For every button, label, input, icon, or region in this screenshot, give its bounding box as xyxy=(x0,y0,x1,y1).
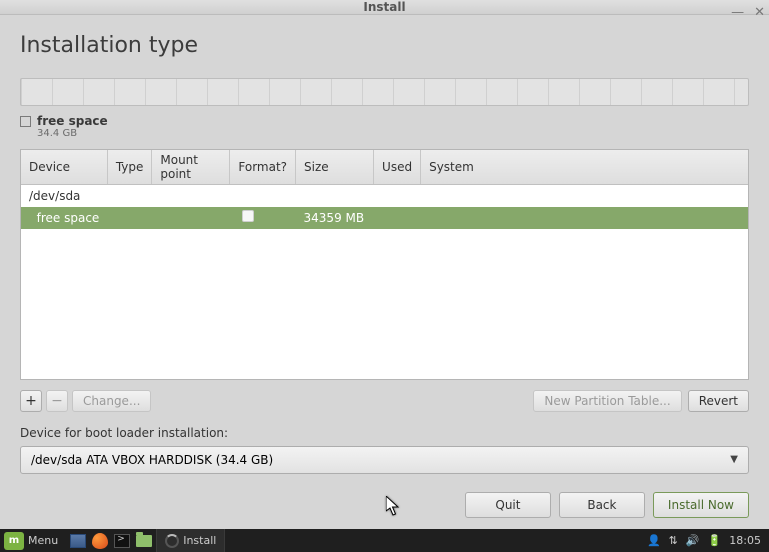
taskbar-app-install[interactable]: Install xyxy=(156,529,225,552)
cell-format xyxy=(230,207,296,229)
legend-swatch-freespace xyxy=(20,116,31,127)
col-device[interactable]: Device xyxy=(21,150,107,185)
col-system[interactable]: System xyxy=(421,150,748,185)
spinner-icon xyxy=(165,534,179,548)
cell-device: /dev/sda xyxy=(21,185,748,207)
format-checkbox[interactable] xyxy=(242,210,254,222)
partition-bar[interactable] xyxy=(20,78,749,106)
install-window: Install — ✕ Installation type free space… xyxy=(0,0,769,529)
page-title: Installation type xyxy=(20,33,749,58)
back-button[interactable]: Back xyxy=(559,492,645,518)
network-icon[interactable]: ⇅ xyxy=(669,534,678,547)
window-title: Install xyxy=(363,0,405,14)
revert-button[interactable]: Revert xyxy=(688,390,749,412)
titlebar: Install — ✕ xyxy=(0,0,769,15)
table-row-freespace[interactable]: free space 34359 MB xyxy=(21,207,748,229)
cell-used xyxy=(374,207,421,229)
table-row-disk[interactable]: /dev/sda xyxy=(21,185,748,207)
volume-icon[interactable]: 🔊 xyxy=(686,534,700,547)
legend-size: 34.4 GB xyxy=(37,128,108,139)
col-type[interactable]: Type xyxy=(107,150,152,185)
show-desktop-icon[interactable] xyxy=(68,532,88,550)
cell-mount xyxy=(152,207,230,229)
new-partition-table-button[interactable]: New Partition Table... xyxy=(533,390,681,412)
table-empty-space xyxy=(21,229,748,379)
change-partition-button[interactable]: Change... xyxy=(72,390,151,412)
clock[interactable]: 18:05 xyxy=(729,534,761,547)
table-header-row: Device Type Mount point Format? Size Use… xyxy=(21,150,748,185)
menu-button[interactable]: Menu xyxy=(28,534,58,547)
install-now-button[interactable]: Install Now xyxy=(653,492,749,518)
files-icon[interactable] xyxy=(134,532,154,550)
partition-legend: free space 34.4 GB xyxy=(20,114,749,139)
taskbar-app-label: Install xyxy=(183,534,216,547)
cell-system xyxy=(421,207,748,229)
add-partition-button[interactable]: + xyxy=(20,390,42,412)
col-used[interactable]: Used xyxy=(374,150,421,185)
battery-icon[interactable]: 🔋 xyxy=(708,534,722,547)
legend-label: free space xyxy=(37,114,108,128)
bootloader-device-select[interactable]: /dev/sda ATA VBOX HARDDISK (34.4 GB) ▼ xyxy=(20,446,749,474)
col-size[interactable]: Size xyxy=(296,150,374,185)
bootloader-value: /dev/sda ATA VBOX HARDDISK (34.4 GB) xyxy=(31,453,273,467)
taskbar: m Menu Install 👤 ⇅ 🔊 🔋 18:05 xyxy=(0,529,769,552)
col-format[interactable]: Format? xyxy=(230,150,296,185)
close-icon[interactable]: ✕ xyxy=(754,5,765,20)
terminal-icon[interactable] xyxy=(112,532,132,550)
remove-partition-button[interactable]: − xyxy=(46,390,68,412)
partition-table: Device Type Mount point Format? Size Use… xyxy=(20,149,749,380)
quit-button[interactable]: Quit xyxy=(465,492,551,518)
minimize-icon[interactable]: — xyxy=(731,5,744,20)
cell-device: free space xyxy=(21,207,107,229)
firefox-icon[interactable] xyxy=(90,532,110,550)
user-icon[interactable]: 👤 xyxy=(647,534,661,547)
cell-type xyxy=(107,207,152,229)
cell-size: 34359 MB xyxy=(296,207,374,229)
mint-logo-icon[interactable]: m xyxy=(4,532,24,550)
bootloader-label: Device for boot loader installation: xyxy=(20,426,749,440)
col-mount[interactable]: Mount point xyxy=(152,150,230,185)
chevron-down-icon: ▼ xyxy=(730,454,738,465)
